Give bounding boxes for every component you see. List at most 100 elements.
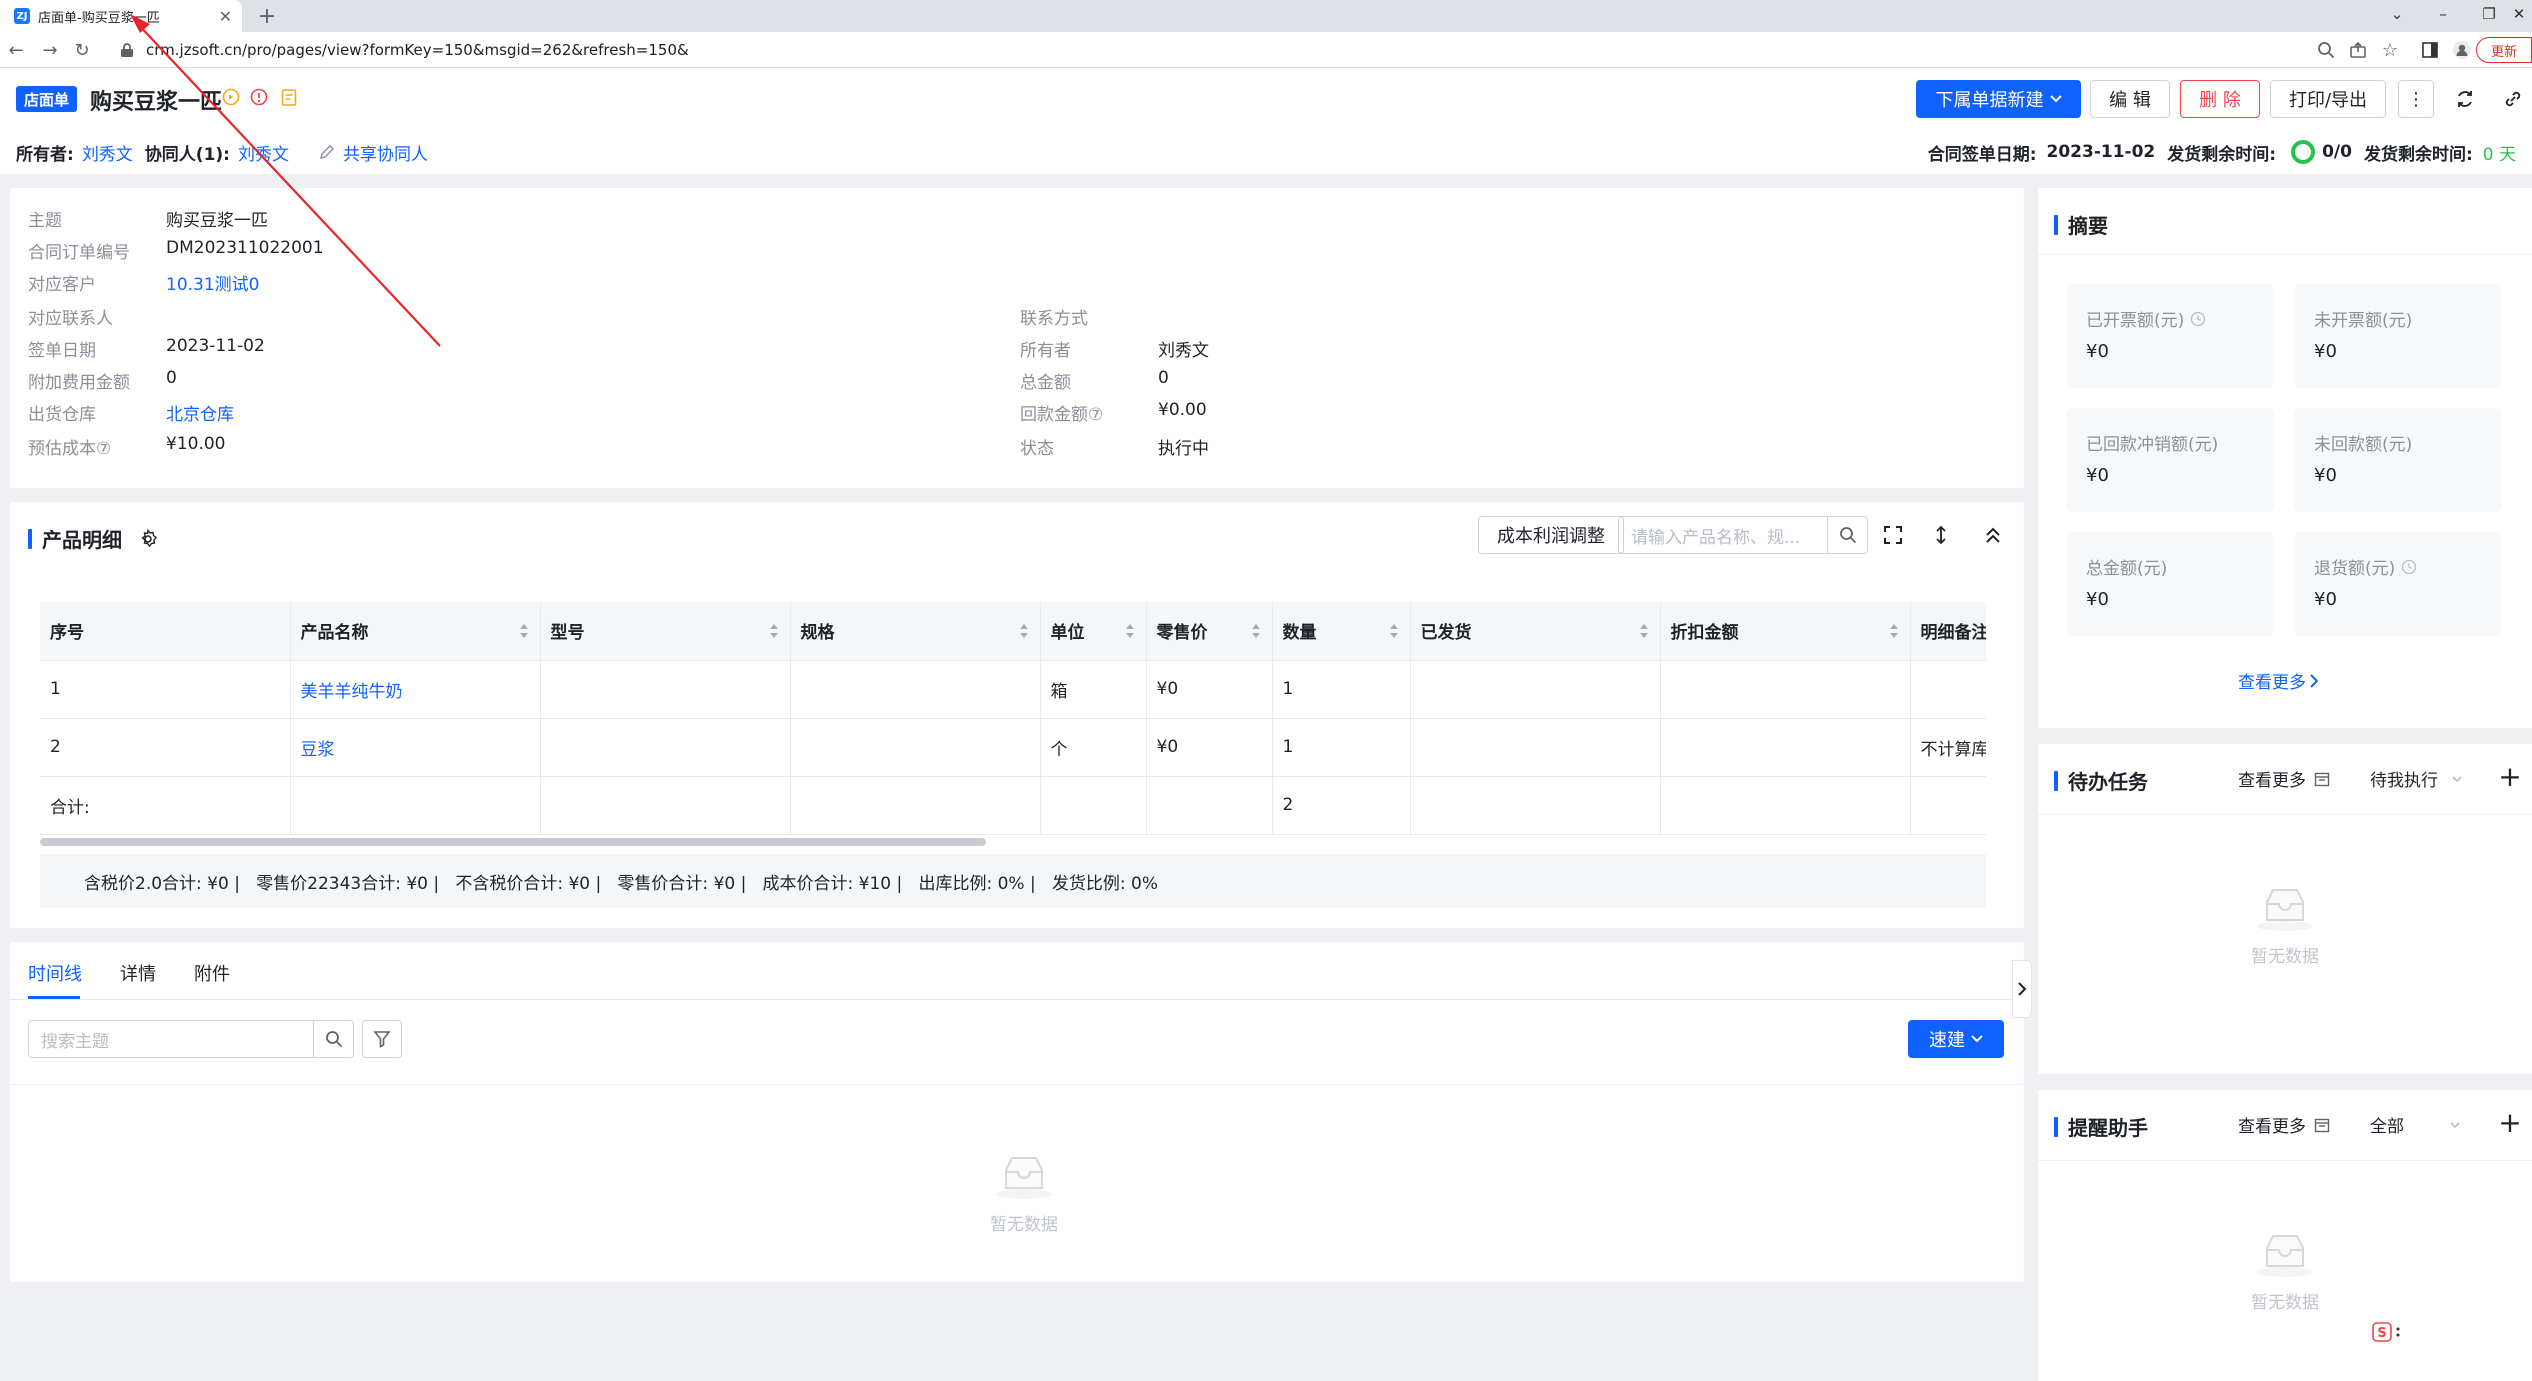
summary-tile[interactable]: 未开票额(元) ¥0 — [2294, 284, 2502, 388]
product-name-link[interactable]: 美羊羊纯牛奶 — [290, 660, 541, 719]
reload-icon[interactable]: ↻ — [70, 38, 94, 62]
new-child-document-button[interactable]: 下属单据新建 — [1916, 80, 2081, 118]
site-favicon-icon: ZJ — [14, 8, 30, 24]
section-accent-bar — [28, 528, 32, 549]
sort-icon[interactable] — [1124, 622, 1136, 640]
column-header[interactable]: 单位 — [1040, 602, 1147, 661]
side-panel-toggle[interactable] — [2012, 960, 2032, 1018]
timeline-search-input[interactable]: 搜索主题 — [28, 1020, 314, 1058]
minimize-icon[interactable]: – — [2420, 0, 2466, 28]
column-header[interactable]: 序号 — [40, 602, 291, 661]
input-method-icon[interactable]: S — [2372, 1320, 2408, 1344]
print-export-button[interactable]: 打印/导出 — [2270, 80, 2386, 118]
collaborator-link[interactable]: 刘秀文 — [238, 140, 289, 165]
info-field-link[interactable]: 10.31测试0 — [166, 270, 259, 295]
note-icon[interactable] — [278, 86, 300, 108]
cost-profit-adjust-button[interactable]: 成本利润调整 — [1478, 516, 1624, 554]
summary-tile[interactable]: 退货额(元) ¥0 — [2294, 532, 2502, 636]
column-header[interactable]: 型号 — [540, 602, 791, 661]
column-header[interactable]: 产品名称 — [290, 602, 541, 661]
browser-tab[interactable]: ZJ 店面单-购买豆浆一匹 ✕ — [0, 0, 242, 32]
timeline-filter-button[interactable] — [362, 1020, 402, 1058]
clock-icon[interactable] — [2190, 311, 2206, 327]
settings-gear-icon[interactable] — [138, 528, 158, 549]
refresh-icon[interactable] — [2452, 86, 2478, 112]
column-header[interactable]: 折扣金额 — [1660, 602, 1911, 661]
clock-icon[interactable] — [2401, 559, 2417, 575]
collapse-up-icon[interactable] — [1980, 522, 2006, 548]
summary-tile[interactable]: 未回款额(元) ¥0 — [2294, 408, 2502, 512]
column-header[interactable]: 已发货 — [1410, 602, 1661, 661]
url-field[interactable]: crm.jzsoft.cn/pro/pages/view?formKey=150… — [118, 36, 2340, 64]
product-search-input[interactable]: 请输入产品名称、规... — [1618, 516, 1828, 554]
column-header[interactable]: 规格 — [790, 602, 1041, 661]
product-name-link[interactable]: 豆浆 — [290, 718, 541, 777]
sort-icon[interactable] — [518, 622, 530, 640]
forward-icon[interactable]: → — [38, 38, 62, 62]
form-type-badge: 店面单 — [16, 86, 78, 112]
chevron-down-icon — [2450, 1121, 2460, 1128]
add-todo-icon[interactable]: + — [2496, 760, 2524, 793]
sort-icon[interactable] — [1250, 622, 1262, 640]
table-row[interactable]: 2 豆浆 个 ¥0 1 不计算库 — [40, 718, 1986, 777]
sort-icon[interactable] — [1888, 622, 1900, 640]
edit-button[interactable]: 编 辑 — [2090, 80, 2170, 118]
product-search-button[interactable] — [1828, 516, 1868, 554]
table-row[interactable]: 1 美羊羊纯牛奶箱 ¥0 1 — [40, 660, 1986, 719]
column-header[interactable]: 明细备注 — [1910, 602, 1986, 661]
todo-filter-dropdown[interactable]: 待我执行 — [2370, 766, 2462, 791]
table-cell — [1660, 718, 1911, 777]
delete-button[interactable]: 删 除 — [2180, 80, 2260, 118]
window-close-icon[interactable]: ✕ — [2506, 0, 2532, 28]
fullscreen-icon[interactable] — [1880, 522, 1906, 548]
table-total-row: 合计: 2 — [40, 776, 1986, 835]
tab-timeline[interactable]: 时间线 — [28, 960, 82, 986]
row-height-icon[interactable] — [1928, 522, 1954, 548]
todo-see-more-link[interactable]: 查看更多 — [2238, 766, 2330, 791]
table-horizontal-scrollbar[interactable] — [40, 838, 986, 846]
sort-icon[interactable] — [768, 622, 780, 640]
summary-tile-label: 退货额(元) — [2314, 559, 2396, 579]
warning-icon[interactable] — [248, 86, 270, 108]
summary-see-more-link[interactable]: 查看更多 — [2238, 668, 2318, 693]
browser-update-button[interactable]: 更新 — [2476, 37, 2532, 63]
owner-link[interactable]: 刘秀文 — [82, 140, 133, 165]
profile-icon[interactable] — [2452, 40, 2472, 60]
tab-details[interactable]: 详情 — [120, 960, 156, 986]
sort-icon[interactable] — [1388, 622, 1400, 640]
summary-tile[interactable]: 总金额(元) ¥0 — [2066, 532, 2274, 636]
summary-tile[interactable]: 已回款冲销额(元) ¥0 — [2066, 408, 2274, 512]
empty-inbox-icon — [2255, 884, 2315, 932]
reminder-see-more-link[interactable]: 查看更多 — [2238, 1112, 2330, 1137]
info-field-link[interactable]: 北京仓库 — [166, 400, 234, 425]
quick-create-button[interactable]: 速建 — [1908, 1020, 2004, 1058]
search-icon — [325, 1030, 343, 1048]
follow-icon[interactable] — [220, 86, 242, 108]
column-header-label: 型号 — [550, 623, 585, 644]
more-options-button[interactable]: ⋮ — [2398, 80, 2434, 118]
tab-attachments[interactable]: 附件 — [194, 960, 230, 986]
sort-icon[interactable] — [1018, 622, 1030, 640]
info-field-label: 回款金额⑦ — [1020, 405, 1104, 425]
close-tab-icon[interactable]: ✕ — [219, 7, 232, 26]
sidebar-icon[interactable] — [2420, 40, 2440, 60]
table-cell — [1910, 660, 1986, 719]
link-icon[interactable] — [2500, 86, 2526, 112]
zoom-icon[interactable] — [2316, 40, 2336, 60]
column-header[interactable]: 数量 — [1272, 602, 1411, 661]
timeline-search-button[interactable] — [314, 1020, 354, 1058]
back-icon[interactable]: ← — [4, 38, 28, 62]
column-header-label: 单位 — [1050, 623, 1085, 644]
info-field-label: 附加费用金额 — [28, 373, 130, 393]
sort-icon[interactable] — [1638, 622, 1650, 640]
share-icon[interactable] — [2348, 40, 2368, 60]
share-collaborator-link[interactable]: 共享协同人 — [343, 140, 428, 165]
new-tab-icon[interactable]: + — [254, 3, 280, 29]
summary-tile[interactable]: 已开票额(元) ¥0 — [2066, 284, 2274, 388]
star-icon[interactable]: ☆ — [2380, 40, 2400, 61]
column-header[interactable]: 零售价 — [1146, 602, 1273, 661]
add-reminder-icon[interactable]: + — [2496, 1106, 2524, 1139]
edit-pencil-icon[interactable] — [319, 144, 335, 160]
reminder-filter-dropdown[interactable]: 全部 — [2370, 1112, 2460, 1137]
tab-search-chevron-icon[interactable]: ⌄ — [2374, 0, 2420, 28]
